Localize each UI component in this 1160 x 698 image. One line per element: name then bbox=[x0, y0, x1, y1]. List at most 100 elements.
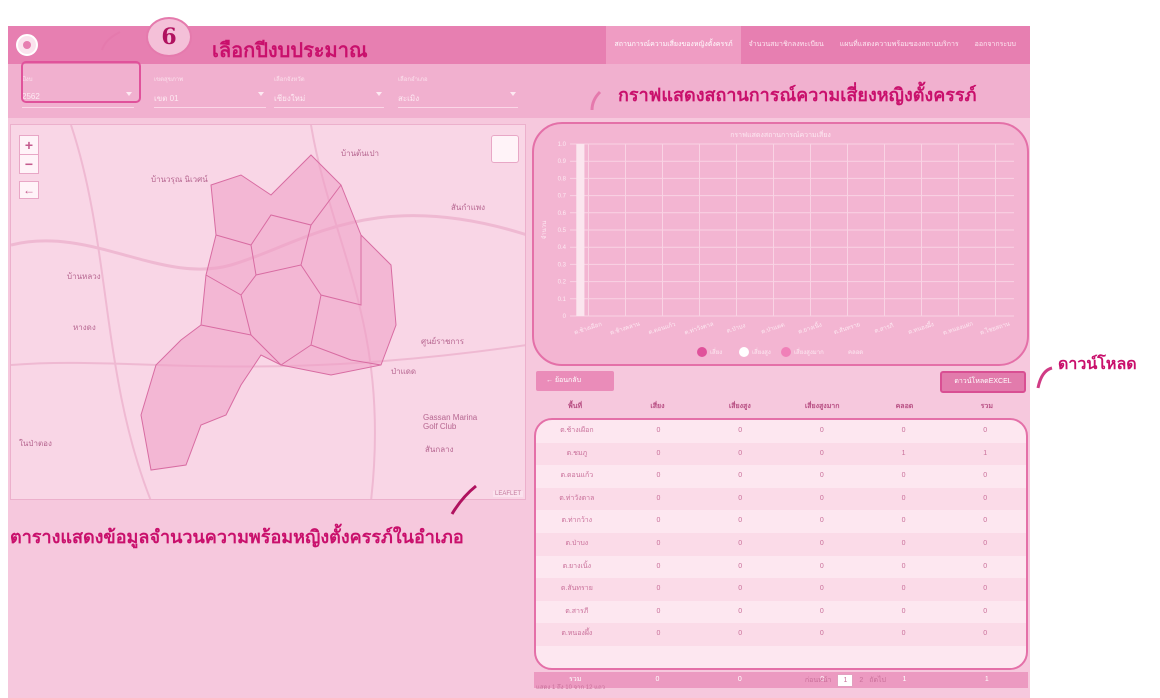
x-tick-label: ต.หนองผึ้ง bbox=[906, 318, 934, 336]
count-cell: 0 bbox=[819, 449, 824, 457]
district-label: เลือกอำเภอ bbox=[398, 77, 428, 83]
table-row: ต.ดอนแก้ว 0 0 0 0 0 bbox=[536, 465, 1026, 488]
x-tick-label: ต.ไชยสถาน bbox=[979, 320, 1011, 337]
fiscal-year-select[interactable]: ปีงบ 2562 bbox=[22, 74, 134, 108]
table-row: ต.หนองผึ้ง 0 0 0 0 0 bbox=[536, 623, 1026, 646]
y-tick-label: 0.2 bbox=[558, 280, 567, 286]
count-cell: 0 bbox=[819, 494, 824, 502]
map-label: Gassan Marina Golf Club bbox=[423, 413, 478, 431]
zoom-control: + − bbox=[19, 135, 39, 174]
map-label: บ้านหลวง bbox=[67, 272, 101, 281]
map-label: หางดง bbox=[73, 323, 96, 332]
count-cell: 0 bbox=[819, 607, 824, 615]
y-tick-label: 1.0 bbox=[558, 142, 567, 148]
area-table: พื้นที่ เสี่ยง เสี่ยงสูง เสี่ยงสูงมาก คล… bbox=[534, 398, 1028, 688]
col-header-total[interactable]: รวม bbox=[946, 398, 1028, 416]
table-row: ต.ท่าวังตาล 0 0 0 0 0 bbox=[536, 487, 1026, 511]
download-excel-button[interactable]: ดาวน์โหลดEXCEL bbox=[940, 371, 1026, 393]
count-cell: 0 bbox=[738, 494, 743, 502]
map-attribution[interactable]: LEAFLET bbox=[492, 491, 523, 497]
nav-service-readiness-map[interactable]: แผนที่แสดงความพร้อมของสถานบริการ bbox=[832, 26, 967, 64]
count-cell: 0 bbox=[656, 607, 661, 615]
count-cell: 0 bbox=[819, 585, 824, 593]
map-label: ในป่าตอง bbox=[19, 439, 52, 448]
col-header-area[interactable]: พื้นที่ bbox=[534, 398, 616, 416]
layers-icon[interactable] bbox=[491, 135, 519, 163]
table-header: พื้นที่ เสี่ยง เสี่ยงสูง เสี่ยงสูงมาก คล… bbox=[534, 398, 1028, 416]
nav-logout[interactable]: ออกจากระบบ bbox=[967, 26, 1024, 64]
pagination-prev[interactable]: ก่อนหน้า bbox=[805, 675, 832, 686]
fiscal-year-label: ปีงบ bbox=[22, 77, 33, 83]
x-tick-label: ต.ดอนแก้ว bbox=[648, 321, 677, 336]
chevron-down-icon bbox=[510, 92, 516, 96]
table-row: ต.ชมภู 0 0 0 1 1 bbox=[536, 442, 1026, 466]
count-cell: 1 bbox=[901, 449, 906, 457]
chevron-down-icon bbox=[126, 92, 132, 96]
table-row: ต.ช้างเผือก 0 0 0 0 0 bbox=[536, 420, 1026, 443]
count-cell: 1 bbox=[983, 449, 988, 457]
col-header-delivered[interactable]: คลอด bbox=[863, 398, 945, 416]
area-name-cell: ต.ช้างเผือก bbox=[560, 427, 594, 434]
map-label: ศูนย์ราชการ bbox=[421, 337, 465, 346]
y-tick-label: 0.6 bbox=[558, 211, 567, 217]
count-cell: 0 bbox=[656, 585, 661, 593]
count-cell: 0 bbox=[656, 630, 661, 638]
nav-registered-members[interactable]: จำนวนสมาชิกลงทะเบียน bbox=[741, 26, 832, 64]
main-nav: สถานการณ์ความเสี่ยงของหญิงตั้งครรภ์ จำนว… bbox=[606, 26, 1024, 64]
map-back-button[interactable]: ← bbox=[19, 181, 39, 199]
total-cell: 1 bbox=[984, 676, 989, 683]
x-tick-label: ต.ยางเนิ้ง bbox=[796, 319, 822, 336]
map-label: บ้านวรุณ นิเวศน์ bbox=[151, 175, 208, 184]
y-tick-label: 0.3 bbox=[558, 262, 567, 268]
count-cell: 0 bbox=[738, 585, 743, 593]
count-cell: 0 bbox=[819, 562, 824, 570]
map-label: สันกลาง bbox=[425, 445, 454, 454]
y-tick-label: 0.4 bbox=[558, 245, 567, 251]
x-tick-label: ต.ท่าวังตาล bbox=[684, 320, 715, 336]
table-row: ต.ป่าบง 0 0 0 0 0 bbox=[536, 532, 1026, 556]
nav-risk-situation[interactable]: สถานการณ์ความเสี่ยงของหญิงตั้งครรภ์ bbox=[606, 26, 741, 64]
pagination-page-1[interactable]: 1 bbox=[837, 674, 854, 687]
count-cell: 0 bbox=[901, 494, 906, 502]
x-tick-label: ต.หนองแฝก bbox=[942, 320, 974, 336]
count-cell: 0 bbox=[983, 562, 988, 570]
area-name-cell: ต.สันทราย bbox=[560, 585, 593, 593]
y-tick-label: 0.8 bbox=[558, 176, 567, 182]
count-cell: 0 bbox=[819, 630, 824, 638]
count-cell: 0 bbox=[819, 539, 824, 547]
app-window: สถานการณ์ความเสี่ยงของหญิงตั้งครรภ์ จำนว… bbox=[8, 26, 1030, 698]
count-cell: 0 bbox=[738, 539, 743, 547]
col-header-very-high-risk[interactable]: เสี่ยงสูงมาก bbox=[781, 398, 863, 416]
count-cell: 0 bbox=[656, 539, 661, 547]
annotation-download-caption: ดาวน์โหลด bbox=[1058, 354, 1137, 373]
count-cell: 0 bbox=[738, 427, 743, 434]
back-button-label: ย้อนกลับ bbox=[554, 377, 582, 384]
legend-label: เสี่ยงสูงมาก bbox=[794, 348, 824, 356]
total-cell: 0 bbox=[655, 676, 660, 683]
x-tick-label: ต.ช้างคลาน bbox=[609, 320, 641, 336]
district-value: สะเมิง bbox=[398, 94, 420, 103]
y-tick-label: 0.9 bbox=[558, 159, 567, 165]
zoom-in-button[interactable]: + bbox=[20, 136, 38, 154]
health-region-select[interactable]: เขตสุขภาพ เขต 01 bbox=[154, 74, 266, 108]
district-map[interactable]: + − ← บ้านต้นเปา สันกำแพง บ้านวรุณ นิเวศ… bbox=[10, 124, 526, 500]
pagination-page-2[interactable]: 2 bbox=[859, 677, 863, 684]
province-select[interactable]: เลือกจังหวัด เชียงใหม่ bbox=[274, 74, 384, 108]
count-cell: 0 bbox=[901, 472, 906, 480]
district-select[interactable]: เลือกอำเภอ สะเมิง bbox=[398, 74, 518, 108]
area-name-cell: ต.ดอนแก้ว bbox=[560, 472, 594, 480]
count-cell: 0 bbox=[901, 607, 906, 615]
map-label: สันกำแพง bbox=[451, 203, 486, 212]
pagination-next[interactable]: ถัดไป bbox=[869, 675, 886, 686]
zoom-out-button[interactable]: − bbox=[20, 154, 38, 173]
col-header-high-risk[interactable]: เสี่ยงสูง bbox=[699, 398, 781, 416]
count-cell: 0 bbox=[656, 427, 661, 434]
count-cell: 0 bbox=[983, 539, 988, 547]
col-header-risk[interactable]: เสี่ยง bbox=[616, 398, 698, 416]
annotation-table-caption: ตารางแสดงข้อมูลจำนวนความพร้อมหญิงตั้งครร… bbox=[10, 527, 464, 548]
area-name-cell: ต.ป่าบง bbox=[565, 539, 589, 547]
back-button[interactable]: ← ย้อนกลับ bbox=[536, 371, 614, 391]
total-cell: 0 bbox=[737, 676, 742, 683]
x-tick-label: ต.ป่าบง bbox=[726, 322, 747, 335]
count-cell: 0 bbox=[656, 517, 661, 525]
